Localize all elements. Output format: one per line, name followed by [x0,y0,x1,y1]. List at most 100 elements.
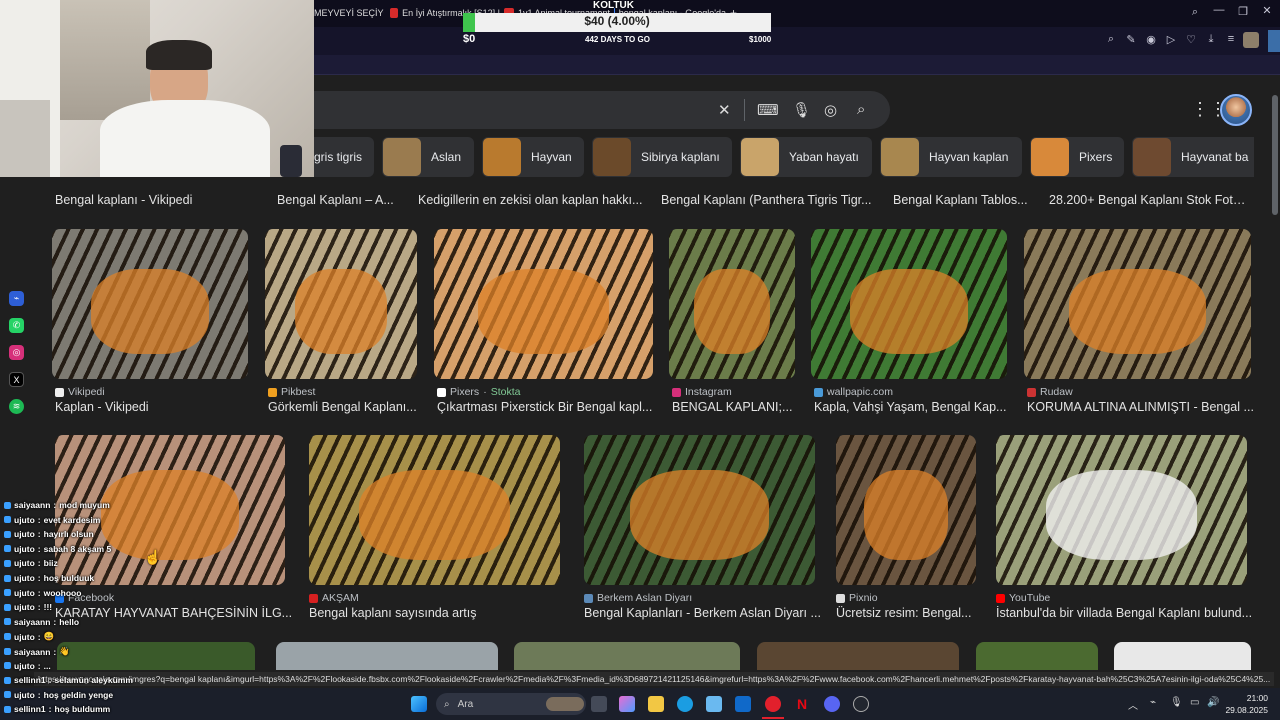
tray-display-icon[interactable]: ▭ [1190,697,1199,708]
edit-icon[interactable]: ✎ [1124,33,1138,46]
zoom-icon[interactable]: ⌕ [1104,33,1118,46]
menu-icon[interactable]: ≡ [1224,33,1238,45]
tray-volume-icon[interactable]: 🔊 [1207,697,1219,708]
spotify-icon[interactable]: ≋ [9,399,24,414]
taskbar-date[interactable]: 29.08.2025 [1222,705,1268,715]
result-source[interactable]: YouTube [996,592,1050,604]
instagram-icon[interactable]: ◎ [9,345,24,360]
result-caption[interactable]: Ücretsiz resim: Bengal... [836,606,986,620]
edge-icon[interactable] [677,696,693,712]
close-window-icon[interactable]: ✕ [1260,4,1274,17]
camera-icon[interactable]: ◉ [1144,33,1158,46]
result-source[interactable]: Pixnio [836,592,878,604]
chat-text: woohooo [43,587,82,598]
play-icon[interactable]: ▷ [1164,33,1178,46]
result-source[interactable]: Berkem Aslan Diyarı [584,592,692,604]
chat-message: ujuto: evet kardesim [4,515,100,525]
windows-start-icon[interactable] [411,696,427,712]
app-shortcut-icon[interactable]: ⌁ [9,291,24,306]
result-caption[interactable]: Bengal Kaplanı (Panthera Tigris Tigr... [661,193,876,207]
result-image[interactable] [52,229,248,379]
profile-avatar[interactable] [1243,32,1259,48]
chat-text: hoş buldumm [54,704,111,715]
result-image[interactable] [669,229,795,379]
result-image[interactable] [276,642,498,670]
result-source[interactable]: Pixers · Stokta [437,386,520,398]
chat-text: hoş bulduuk [43,573,95,583]
tab-1[interactable]: MEYVEYİ SEÇİYORU [314,4,384,22]
x-twitter-icon[interactable]: X [9,372,24,387]
result-caption[interactable]: Bengal Kaplanı Tablos... [893,193,1033,207]
result-source[interactable]: Instagram [672,386,732,398]
stock-badge: Stokta [490,386,521,398]
chat-text: !!! [43,602,53,613]
steam-icon[interactable] [853,696,869,712]
result-image[interactable] [811,229,1007,379]
result-source[interactable]: Pikbest [268,386,315,398]
result-image[interactable] [757,642,959,670]
chat-message: ujuto: woohooo [4,588,81,598]
tray-chevron-icon[interactable]: ︿ [1128,697,1138,712]
webcam-chair [0,100,50,177]
scrollbar-thumb[interactable] [1272,95,1278,215]
task-view-icon[interactable] [591,696,607,712]
heart-icon[interactable]: ♡ [1184,33,1198,46]
chat-separator: : [37,558,41,569]
outlook-icon[interactable] [735,696,751,712]
minimize-icon[interactable]: — [1212,4,1226,16]
result-caption[interactable]: 28.200+ Bengal Kaplanı Stok Foto... [1049,193,1249,207]
result-image[interactable] [584,435,815,585]
result-image[interactable] [1114,642,1251,670]
result-caption[interactable]: Kapla, Vahşi Yaşam, Bengal Kap... [814,400,1025,414]
taskbar-time[interactable]: 21:00 [1228,693,1268,703]
download-icon[interactable]: ⤓ [1204,33,1218,46]
search-tabs-icon[interactable]: ⌕ [1188,6,1202,19]
result-source[interactable]: wallpapic.com [814,386,893,398]
file-explorer-icon[interactable] [648,696,664,712]
result-caption[interactable]: Bengal Kaplanları - Berkem Aslan Diyarı … [584,606,825,620]
result-image[interactable] [996,435,1247,585]
tiger-shape [864,470,948,560]
result-image[interactable] [836,435,976,585]
sidebar-toggle-icon[interactable] [1268,30,1280,52]
tray-network-icon[interactable]: ⌁ [1150,697,1156,708]
source-name: wallpapic.com [827,386,893,398]
opera-gx-icon[interactable] [765,696,781,712]
whatsapp-icon[interactable]: ✆ [9,318,24,333]
result-source[interactable]: Rudaw [1027,386,1073,398]
chat-message: ujuto:!!! [4,602,52,612]
chat-text: hoş geldin yenge [43,689,114,700]
tiger-shape [694,269,770,354]
result-image[interactable] [1024,229,1251,379]
result-image[interactable] [434,229,653,379]
taskbar-search-box[interactable]: ⌕ Ara [436,693,586,715]
discord-icon[interactable] [824,696,840,712]
store-icon[interactable] [706,696,722,712]
result-caption[interactable]: Görkemli Bengal Kaplanı... [268,400,435,414]
result-caption[interactable]: KORUMA ALTINA ALINMIŞTI - Bengal ... [1027,400,1269,414]
result-caption[interactable]: BENGAL KAPLANI;... [672,400,813,414]
result-caption[interactable]: Kaplan - Vikipedi [55,400,266,414]
chat-separator: : [37,529,41,540]
tray-mic-icon[interactable]: 🎙 [1170,697,1183,708]
result-source[interactable]: AKŞAM [309,592,359,604]
result-caption[interactable]: Bengal kaplanı - Vikipedi [55,193,255,207]
result-caption[interactable]: İstanbul'da bir villada Bengal Kaplanı b… [996,606,1257,620]
result-image[interactable] [976,642,1098,670]
result-source[interactable]: Vikipedi [55,386,105,398]
result-image[interactable] [265,229,417,379]
source-name: Vikipedi [68,386,105,398]
result-caption[interactable]: Çıkartması Pixerstick Bir Bengal kapl... [437,400,671,414]
result-image[interactable] [514,642,740,670]
source-favicon-icon [437,387,446,397]
chat-text: mod muyum [59,500,110,510]
maximize-icon[interactable]: ❐ [1236,5,1250,18]
result-caption[interactable]: Bengal Kaplanı – A... [277,193,402,207]
chat-text: ... [43,660,51,671]
taskbar-search-icon: ⌕ [444,698,450,710]
result-image[interactable] [309,435,560,585]
result-caption[interactable]: Kedigillerin en zekisi olan kaplan hakkı… [418,193,643,207]
result-caption[interactable]: Bengal kaplanı sayısında artış [309,606,570,620]
netflix-icon[interactable]: N [794,696,810,712]
copilot-icon[interactable] [619,696,635,712]
